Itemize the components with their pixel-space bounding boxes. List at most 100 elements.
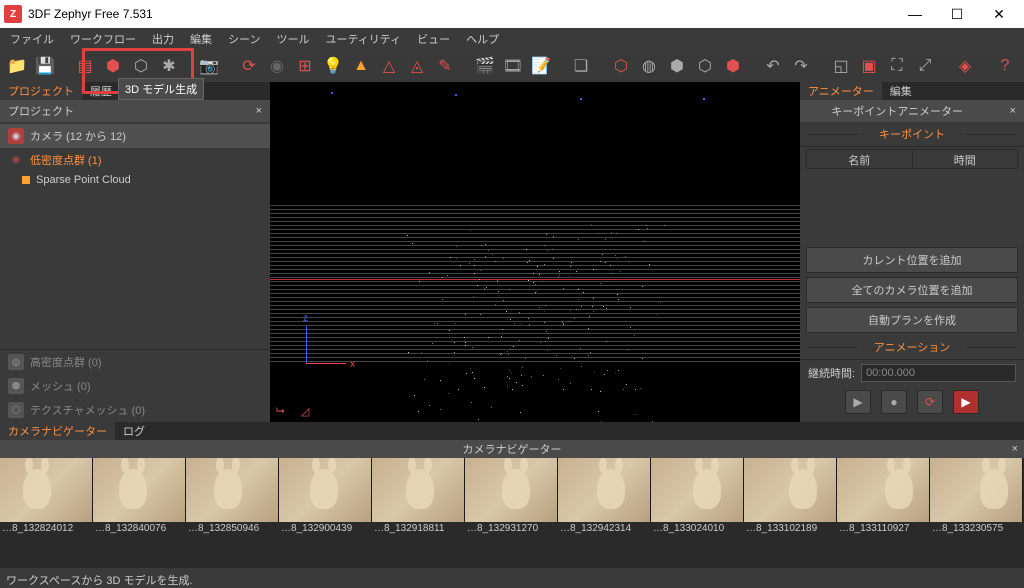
tab-animator[interactable]: アニメーター [800, 82, 882, 100]
animator-close-icon[interactable]: × [1010, 105, 1016, 117]
duration-label: 継続時間: [808, 365, 855, 381]
thumbnail[interactable]: …8_133230575 [930, 458, 1023, 538]
mesh-tree-icon: ⬢ [8, 378, 24, 394]
model-gen-icon[interactable]: ⬢ [102, 55, 124, 77]
maximize-button[interactable]: ☐ [936, 0, 978, 28]
menu-workflow[interactable]: ワークフロー [64, 29, 142, 49]
tree-mesh[interactable]: ⬢ メッシュ (0) [0, 374, 270, 398]
redo-icon[interactable]: ↷ [790, 55, 812, 77]
navigator-close-icon[interactable]: × [1012, 443, 1018, 455]
menu-help[interactable]: ヘルプ [460, 29, 505, 49]
add-current-button[interactable]: カレント位置を追加 [806, 247, 1018, 273]
menu-view[interactable]: ビュー [411, 29, 456, 49]
keyframe-list[interactable] [806, 171, 1018, 245]
tree-cameras[interactable]: ◉ カメラ (12 から 12) [0, 124, 270, 148]
thumbnail-label: …8_132900439 [279, 522, 372, 538]
workflow-wizard-icon[interactable]: ▤ [74, 55, 96, 77]
panel-close-icon[interactable]: × [256, 105, 262, 117]
tree-sparse[interactable]: ⊕ 低密度点群 (1) [0, 148, 270, 172]
add-allcam-button[interactable]: 全てのカメラ位置を追加 [806, 277, 1018, 303]
rotate-icon[interactable]: ⟳ [238, 55, 260, 77]
viewport-3d[interactable]: zx ⮡ ◿ [270, 82, 800, 422]
thumbnail[interactable]: …8_133102189 [744, 458, 837, 538]
tab-camera-navigator[interactable]: カメラナビゲーター [0, 422, 115, 440]
tree-tex[interactable]: ⬡ テクスチャメッシュ (0) [0, 398, 270, 422]
thumbnail-label: …8_133110927 [837, 522, 930, 538]
thumbnail[interactable]: …8_132918811 [372, 458, 465, 538]
fullscreen-icon[interactable]: ⛶ [886, 55, 908, 77]
thumbnail[interactable]: …8_132942314 [558, 458, 651, 538]
model-gear-icon[interactable]: ✱ [158, 55, 180, 77]
thumbnail[interactable]: …8_133024010 [651, 458, 744, 538]
play-red-button[interactable]: ▶ [953, 390, 979, 414]
tri-outline-icon[interactable]: △ [378, 55, 400, 77]
cube-icon[interactable]: ◈ [954, 55, 976, 77]
thumbnail[interactable]: …8_132931270 [465, 458, 558, 538]
layers-icon[interactable]: ❏ [570, 55, 592, 77]
camera-tree-icon: ◉ [8, 128, 24, 144]
hex-fill-icon[interactable]: ⬢ [666, 55, 688, 77]
note-icon[interactable]: 📝 [530, 55, 552, 77]
animation-section: アニメーション [800, 335, 1024, 360]
loop-button[interactable]: ⟳ [917, 390, 943, 414]
hex-dot-icon[interactable]: ⬡ [610, 55, 632, 77]
sphere-icon[interactable]: ◍ [638, 55, 660, 77]
tree-dense[interactable]: ◍ 高密度点群 (0) [0, 350, 270, 374]
tab-edit[interactable]: 編集 [882, 82, 920, 100]
menu-scene[interactable]: シーン [222, 29, 266, 49]
triforce-icon[interactable]: ▲ [350, 55, 372, 77]
movie-icon[interactable]: 🎬 [474, 55, 496, 77]
tab-log[interactable]: ログ [115, 422, 153, 440]
bottom-tabs: カメラナビゲーター ログ [0, 422, 1024, 440]
menu-tool[interactable]: ツール [270, 29, 315, 49]
toolbar: 3D モデル生成 📁 💾 ▤ ⬢ ⬡ ✱ 📷 ⟳ ◉ ⊞ 💡 ▲ △ ◬ ✎ 🎬… [0, 50, 1024, 82]
clapper-icon[interactable]: 🎞 [502, 55, 524, 77]
menu-output[interactable]: 出力 [146, 29, 180, 49]
thumbnail[interactable]: …8_132850946 [186, 458, 279, 538]
hex-outline-icon[interactable]: ⬡ [694, 55, 716, 77]
record-button[interactable]: ● [881, 390, 907, 414]
undo-icon[interactable]: ↶ [762, 55, 784, 77]
titlebar: Z 3DF Zephyr Free 7.531 — ☐ ✕ [0, 0, 1024, 28]
keyframe-table-header: 名前 時間 [806, 149, 1018, 169]
tab-history[interactable]: 履歴 [82, 82, 120, 100]
menu-file[interactable]: ファイル [4, 29, 60, 49]
pencil-icon[interactable]: ✎ [434, 55, 456, 77]
tex-tree-icon: ⬡ [8, 402, 24, 418]
autoplan-button[interactable]: 自動プランを作成 [806, 307, 1018, 333]
save-icon[interactable]: 💾 [34, 55, 56, 77]
maximize-icon[interactable]: ⤢ [914, 55, 936, 77]
window-title: 3DF Zephyr Free 7.531 [28, 7, 894, 21]
thumbnail-strip[interactable]: …8_132824012…8_132840076…8_132850946…8_1… [0, 458, 1024, 538]
tab-project[interactable]: プロジェクト [0, 82, 82, 100]
project-panel-title: プロジェクト [8, 103, 74, 119]
tooltip: 3D モデル生成 [118, 78, 204, 100]
menu-edit[interactable]: 編集 [184, 29, 218, 49]
minimize-button[interactable]: — [894, 0, 936, 28]
thumbnail[interactable]: …8_132840076 [93, 458, 186, 538]
help-icon[interactable]: ? [994, 55, 1016, 77]
open-icon[interactable]: 📁 [6, 55, 28, 77]
duration-input[interactable] [861, 364, 1016, 382]
model-hex-icon[interactable]: ⬡ [130, 55, 152, 77]
thumbnail-label: …8_132942314 [558, 522, 651, 538]
thumbnail[interactable]: …8_132900439 [279, 458, 372, 538]
statusbar: ワークスペースから 3D モデルを生成. [0, 570, 1024, 588]
thumbnail-label: …8_132931270 [465, 522, 558, 538]
hex-red-icon[interactable]: ⬢ [722, 55, 744, 77]
play-button[interactable]: ▶ [845, 390, 871, 414]
thumbnail[interactable]: …8_132824012 [0, 458, 93, 538]
tree-sparse-child[interactable]: Sparse Point Cloud [0, 172, 270, 188]
target-icon[interactable]: ◉ [266, 55, 288, 77]
close-button[interactable]: ✕ [978, 0, 1020, 28]
keypoint-section: キーポイント [800, 122, 1024, 147]
tri-split-icon[interactable]: ◬ [406, 55, 428, 77]
light-icon[interactable]: 💡 [322, 55, 344, 77]
corner-icon[interactable]: ◱ [830, 55, 852, 77]
camera-icon[interactable]: 📷 [198, 55, 220, 77]
menu-utility[interactable]: ユーティリティ [319, 29, 407, 49]
frame-icon[interactable]: ▣ [858, 55, 880, 77]
thumbnail[interactable]: …8_133110927 [837, 458, 930, 538]
app-logo-icon: Z [4, 5, 22, 23]
grid-icon[interactable]: ⊞ [294, 55, 316, 77]
